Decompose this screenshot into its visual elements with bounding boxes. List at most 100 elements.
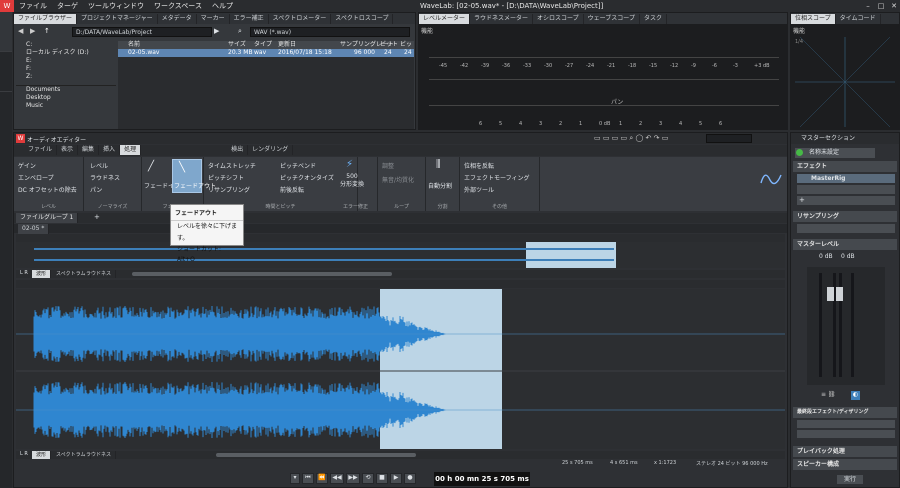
phase-button[interactable]: 位相を反転 xyxy=(464,161,494,170)
main-tab-loudness[interactable]: ラウドネス xyxy=(82,451,117,459)
tree-item-d[interactable]: ローカル ディスク (D:) xyxy=(16,49,116,57)
add-plugin-button[interactable]: + xyxy=(797,196,895,205)
col-name[interactable]: 名前 xyxy=(128,41,140,49)
prev-marker-icon[interactable]: ⏪ xyxy=(316,473,328,484)
adjust-button[interactable]: 調整 xyxy=(382,161,394,170)
menu-file[interactable]: ファイル xyxy=(14,1,52,11)
level-left-value[interactable]: 0 dB xyxy=(819,253,833,260)
menu-target[interactable]: ターゲ xyxy=(52,1,83,11)
loop-icon[interactable]: ⟲ xyxy=(362,473,374,484)
forward-icon[interactable]: ▶▶ xyxy=(346,473,360,484)
status-zoom[interactable]: x 1:1723 xyxy=(654,460,676,466)
tab-process[interactable]: 処理 xyxy=(120,145,142,155)
main-tab-wave[interactable]: 波形 xyxy=(32,451,52,459)
reverse-button[interactable]: 前後反転 xyxy=(280,185,304,194)
up-icon[interactable]: ↑ xyxy=(44,27,50,35)
fader-left[interactable] xyxy=(827,287,834,301)
gain-button[interactable]: ゲイン xyxy=(18,161,36,170)
status-cursor[interactable]: 25 s 705 ms xyxy=(562,460,593,466)
tree-item-e[interactable]: E: xyxy=(16,57,116,65)
tab-timecode[interactable]: タイムコード xyxy=(836,13,881,24)
status-format[interactable]: ステレオ 24 ビット 96 000 Hz xyxy=(696,460,768,467)
tab-edit[interactable]: 編集 xyxy=(78,145,100,155)
render-button[interactable]: 実行 xyxy=(837,475,863,484)
link-icon[interactable]: ≡ ⛓ xyxy=(821,391,836,398)
pitchbend-button[interactable]: ピッチベンド xyxy=(280,161,316,170)
pitchshift-button[interactable]: ピッチシフト xyxy=(208,173,244,182)
level-button[interactable]: レベル xyxy=(90,161,108,170)
col-bits[interactable]: ビット xyxy=(380,41,398,49)
level-right-value[interactable]: 0 dB xyxy=(841,253,855,260)
plugin-slot-masterrig[interactable]: MasterRig xyxy=(797,174,895,183)
main-scrollbar[interactable] xyxy=(216,453,416,457)
add-group-icon[interactable]: + xyxy=(94,213,100,221)
envelope-button[interactable]: エンベロープ xyxy=(18,173,54,182)
tab-task[interactable]: タスク xyxy=(640,13,667,24)
resampling-slot[interactable] xyxy=(797,224,895,233)
overview-tab-wave[interactable]: 波形 xyxy=(32,270,52,278)
loudness-button[interactable]: ラウドネス xyxy=(90,173,120,182)
transport-menu-icon[interactable]: ▾ xyxy=(290,473,300,484)
filter-select[interactable]: WAV (*.wav) xyxy=(250,27,410,37)
tree-item-z[interactable]: Z: xyxy=(16,73,116,81)
menu-workspace[interactable]: ワークスペース xyxy=(149,1,207,11)
file-row[interactable]: 02-05.wav 20.3 MB wav 2016/07/18 15:18 9… xyxy=(118,49,414,57)
col-size[interactable]: サイズ xyxy=(228,41,246,49)
overview-scrollbar[interactable] xyxy=(132,272,392,276)
preset-button[interactable]: 名称未設定 xyxy=(795,148,875,158)
minimize-icon[interactable]: – xyxy=(862,0,874,12)
tree-item-c[interactable]: C: xyxy=(16,41,116,49)
menu-help[interactable]: ヘルプ xyxy=(207,1,238,11)
tab-loudness-meter[interactable]: ラウドネスメーター xyxy=(470,13,534,24)
tab-file[interactable]: ファイル xyxy=(14,145,58,155)
final-slot-2[interactable] xyxy=(797,430,895,438)
tab-analyze[interactable]: 検出 xyxy=(227,145,249,155)
power-icon[interactable] xyxy=(796,149,803,156)
level-meter-tool[interactable]: 機能 xyxy=(421,26,433,35)
tab-markers[interactable]: マーカー xyxy=(197,13,230,24)
editor-zoom-select[interactable] xyxy=(706,134,752,143)
dock-tab-project[interactable] xyxy=(0,12,12,52)
doc-tab[interactable]: 02-05 * xyxy=(18,224,50,234)
pan-button[interactable]: パン xyxy=(90,185,102,194)
search-icon[interactable]: ⌕ xyxy=(238,27,242,36)
path-input[interactable]: D:/DATA/WaveLab/Project xyxy=(72,27,212,37)
back-icon[interactable]: ◀ xyxy=(18,27,23,35)
dock-tab-2[interactable] xyxy=(0,52,12,92)
play-preview-icon[interactable]: ▶ xyxy=(214,27,219,35)
tab-project-manager[interactable]: プロジェクトマネージャー xyxy=(77,13,158,24)
external-button[interactable]: 外部ツール xyxy=(464,185,494,194)
mono-icon[interactable]: ◐ xyxy=(851,391,860,400)
tree-item-f[interactable]: F: xyxy=(16,65,116,73)
tab-spectroscope[interactable]: スペクトロスコープ xyxy=(331,13,394,24)
place-documents[interactable]: Documents xyxy=(16,86,116,94)
place-music[interactable]: Music xyxy=(16,102,116,110)
tab-wavescope[interactable]: ウェーブスコープ xyxy=(584,13,640,24)
tab-view[interactable]: 表示 xyxy=(57,145,79,155)
goto-start-icon[interactable]: ⏮ xyxy=(302,473,314,484)
timestretch-button[interactable]: タイムストレッチ xyxy=(208,161,256,170)
phasescope-tool[interactable]: 機能 xyxy=(793,26,805,35)
status-selection[interactable]: 4 s 651 ms xyxy=(610,460,638,466)
convert-button[interactable]: 500 分形変換 xyxy=(340,173,364,189)
autosplit-button[interactable]: 自動分割 xyxy=(428,181,452,190)
plugin-slot-2[interactable] xyxy=(797,185,895,194)
final-slot-1[interactable] xyxy=(797,420,895,428)
maximize-icon[interactable]: □ xyxy=(875,0,887,12)
tab-oscilloscope[interactable]: オシロスコープ xyxy=(533,13,584,24)
tab-phasescope[interactable]: 位相スコープ xyxy=(791,13,836,24)
fadeout-button[interactable]: ╲ フェードアウト xyxy=(172,159,216,193)
rewind-icon[interactable]: ◀◀ xyxy=(330,473,344,484)
resample-button[interactable]: リサンプリング xyxy=(208,185,250,194)
place-desktop[interactable]: Desktop xyxy=(16,94,116,102)
tab-render[interactable]: レンダリング xyxy=(248,145,294,155)
col-date[interactable]: 更新日 xyxy=(278,41,296,49)
effectmorph-button[interactable]: エフェクトモーフィング xyxy=(464,173,530,182)
tab-level-meter[interactable]: レベルメーター xyxy=(419,13,471,24)
play-icon[interactable]: ▶ xyxy=(390,473,402,484)
close-icon[interactable]: ✕ xyxy=(888,0,900,12)
pitchquant-button[interactable]: ピッチクオンタイズ xyxy=(280,173,334,182)
forward-icon[interactable]: ▶ xyxy=(30,27,35,35)
main-waveform[interactable] xyxy=(16,289,785,449)
menu-toolwindows[interactable]: ツールウィンドウ xyxy=(83,1,149,11)
